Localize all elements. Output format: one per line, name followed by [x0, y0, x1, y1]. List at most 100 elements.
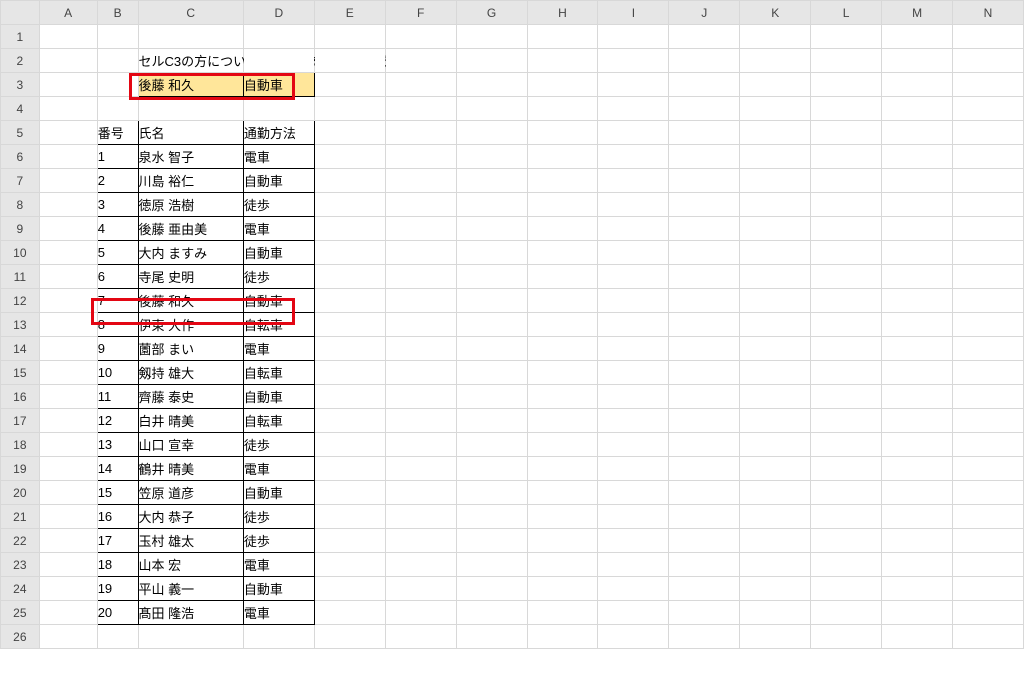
cell[interactable]	[669, 241, 740, 265]
cell[interactable]	[39, 169, 97, 193]
cell[interactable]	[39, 409, 97, 433]
row-header[interactable]: 12	[1, 289, 40, 313]
cell[interactable]	[527, 313, 598, 337]
cell-num[interactable]: 3	[97, 193, 138, 217]
cell[interactable]	[385, 265, 456, 289]
cell[interactable]	[740, 169, 811, 193]
cell[interactable]	[811, 553, 882, 577]
cell[interactable]	[669, 73, 740, 97]
cell[interactable]	[882, 433, 953, 457]
row-header[interactable]: 10	[1, 241, 40, 265]
cell-num[interactable]: 10	[97, 361, 138, 385]
cell[interactable]	[740, 625, 811, 649]
cell[interactable]	[527, 193, 598, 217]
cell[interactable]	[385, 169, 456, 193]
cell[interactable]	[598, 457, 669, 481]
cell[interactable]	[527, 25, 598, 49]
cell[interactable]	[527, 265, 598, 289]
cell[interactable]	[385, 433, 456, 457]
cell[interactable]	[811, 49, 882, 73]
col-header[interactable]: F	[385, 1, 456, 25]
cell[interactable]	[953, 313, 1024, 337]
cell-name[interactable]: 髙田 隆浩	[138, 601, 243, 625]
col-header[interactable]: C	[138, 1, 243, 25]
cell[interactable]	[740, 577, 811, 601]
cell[interactable]	[953, 337, 1024, 361]
cell[interactable]	[39, 121, 97, 145]
cell[interactable]	[527, 217, 598, 241]
row-header[interactable]: 20	[1, 481, 40, 505]
cell[interactable]	[953, 241, 1024, 265]
cell[interactable]	[39, 289, 97, 313]
cell[interactable]	[953, 601, 1024, 625]
cell-num[interactable]: 12	[97, 409, 138, 433]
cell[interactable]	[243, 97, 314, 121]
cell[interactable]	[527, 553, 598, 577]
row-header[interactable]: 22	[1, 529, 40, 553]
row-header[interactable]: 19	[1, 457, 40, 481]
row-header[interactable]: 5	[1, 121, 40, 145]
cell[interactable]	[953, 25, 1024, 49]
cell-name[interactable]: 後藤 和久	[138, 289, 243, 313]
col-header[interactable]: M	[882, 1, 953, 25]
cell[interactable]	[39, 25, 97, 49]
cell[interactable]	[527, 601, 598, 625]
cell[interactable]	[669, 625, 740, 649]
spreadsheet[interactable]: A B C D E F G H I J K L M N 12セルC3の方について…	[0, 0, 1024, 679]
cell[interactable]	[953, 481, 1024, 505]
cell-method[interactable]: 自動車	[243, 481, 314, 505]
cell[interactable]	[385, 457, 456, 481]
row-header[interactable]: 15	[1, 361, 40, 385]
cell-method[interactable]: 徒歩	[243, 193, 314, 217]
cell[interactable]	[740, 265, 811, 289]
cell[interactable]	[953, 625, 1024, 649]
cell[interactable]	[385, 385, 456, 409]
cell-num[interactable]: 13	[97, 433, 138, 457]
header-method[interactable]: 通勤方法	[243, 121, 314, 145]
cell-name[interactable]: 大内 ますみ	[138, 241, 243, 265]
cell[interactable]	[39, 625, 97, 649]
cell[interactable]	[456, 577, 527, 601]
cell[interactable]	[456, 433, 527, 457]
cell-name[interactable]: 玉村 雄太	[138, 529, 243, 553]
cell[interactable]	[669, 337, 740, 361]
cell-method[interactable]: 電車	[243, 601, 314, 625]
header-name[interactable]: 氏名	[138, 121, 243, 145]
cell[interactable]	[669, 25, 740, 49]
cell[interactable]	[456, 289, 527, 313]
row-header[interactable]: 7	[1, 169, 40, 193]
cell[interactable]	[811, 481, 882, 505]
cell[interactable]	[39, 601, 97, 625]
row-header[interactable]: 1	[1, 25, 40, 49]
cell[interactable]	[953, 409, 1024, 433]
cell[interactable]	[811, 241, 882, 265]
cell-num[interactable]: 19	[97, 577, 138, 601]
cell[interactable]	[314, 25, 385, 49]
cell[interactable]	[314, 361, 385, 385]
cell[interactable]	[314, 169, 385, 193]
cell[interactable]	[740, 49, 811, 73]
cell[interactable]	[669, 121, 740, 145]
cell-method[interactable]: 電車	[243, 457, 314, 481]
cell[interactable]	[456, 505, 527, 529]
cell[interactable]	[527, 49, 598, 73]
cell-num[interactable]: 11	[97, 385, 138, 409]
row-header[interactable]: 17	[1, 409, 40, 433]
cell[interactable]	[953, 73, 1024, 97]
cell[interactable]	[456, 313, 527, 337]
cell[interactable]	[669, 601, 740, 625]
cell[interactable]	[97, 625, 138, 649]
cell[interactable]	[456, 193, 527, 217]
cell[interactable]	[314, 313, 385, 337]
cell[interactable]	[39, 241, 97, 265]
cell[interactable]	[669, 265, 740, 289]
cell[interactable]	[314, 121, 385, 145]
cell[interactable]	[598, 385, 669, 409]
cell[interactable]	[385, 121, 456, 145]
cell[interactable]	[740, 25, 811, 49]
cell[interactable]	[811, 361, 882, 385]
header-num[interactable]: 番号	[97, 121, 138, 145]
cell[interactable]	[953, 505, 1024, 529]
cell[interactable]	[811, 25, 882, 49]
cell[interactable]	[669, 385, 740, 409]
